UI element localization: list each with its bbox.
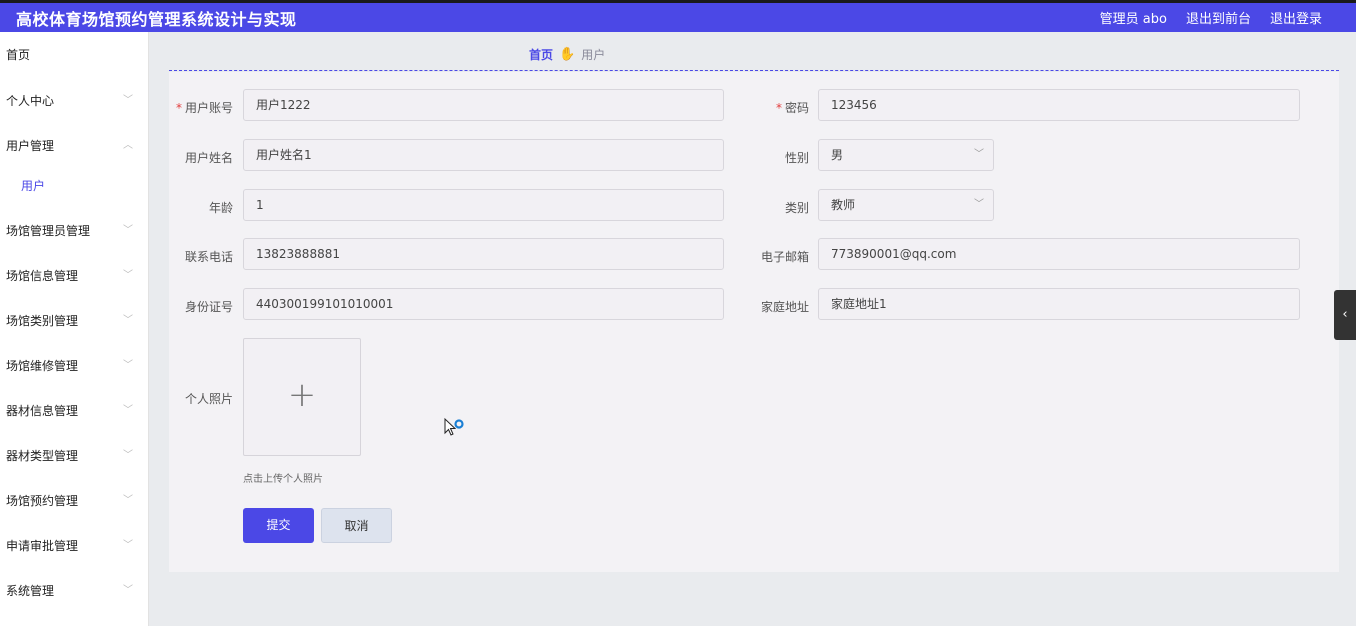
chevron-down-icon: ﹀	[123, 540, 133, 551]
cancel-button[interactable]: 取消	[321, 508, 392, 543]
logout-link[interactable]: 退出登录	[1270, 8, 1322, 27]
sidebar-item-label: 用户管理	[6, 139, 55, 153]
hand-icon: ✋	[559, 47, 576, 62]
sidebar-item-equipment-type[interactable]: 器材类型管理 ﹀	[0, 441, 149, 471]
sidebar-item-label: 场馆预约管理	[6, 494, 79, 508]
breadcrumb-home[interactable]: 首页	[529, 46, 553, 63]
sidebar-item-label: 用户	[21, 179, 46, 193]
sidebar-item-user-management[interactable]: 用户管理 ︿	[0, 131, 149, 161]
divider	[169, 70, 1339, 71]
top-bar: 高校体育场馆预约管理系统设计与实现 管理员 abo 退出到前台 退出登录	[0, 0, 1356, 32]
gender-label: 性别	[784, 151, 809, 165]
age-input[interactable]: 1	[243, 189, 724, 221]
category-value: 教师	[831, 198, 856, 212]
sidebar-item-label: 个人中心	[6, 94, 55, 108]
account-label: * 用户账号	[175, 101, 233, 115]
sidebar-item-label: 场馆维修管理	[6, 359, 79, 373]
sidebar-item-profile[interactable]: 个人中心 ﹀	[0, 86, 149, 116]
email-label: 电子邮箱	[760, 250, 809, 264]
sidebar-item-label: 申请审批管理	[6, 539, 79, 553]
chevron-down-icon: ﹀	[123, 270, 133, 281]
photo-upload[interactable]: +	[243, 338, 361, 456]
sidebar-item-approval[interactable]: 申请审批管理 ﹀	[0, 531, 149, 561]
sidebar-item-label: 系统管理	[6, 584, 55, 598]
sidebar-item-venue-booking[interactable]: 场馆预约管理 ﹀	[0, 486, 149, 516]
address-label: 家庭地址	[760, 300, 809, 314]
sidebar: 首页 个人中心 ﹀ 用户管理 ︿ 用户 场馆管理员管理 ﹀ 场馆信息管理 ﹀ 场馆类别管…	[0, 32, 149, 626]
password-input[interactable]: 123456	[818, 89, 1300, 121]
chevron-down-icon: ﹀	[123, 225, 133, 236]
phone-input[interactable]: 13823888881	[243, 238, 724, 270]
phone-label: 联系电话	[184, 250, 233, 264]
chevron-down-icon: ﹀	[123, 495, 133, 506]
chevron-down-icon: ﹀	[123, 585, 133, 596]
user-form: * 用户账号 用户1222 * 密码 123456 用户姓名 用户姓名1 性别 男 ﹀…	[169, 72, 1339, 572]
chevron-down-icon: ﹀	[974, 199, 984, 210]
sidebar-item-venue-info[interactable]: 场馆信息管理 ﹀	[0, 261, 149, 291]
photo-hint: 点击上传个人照片	[243, 474, 323, 485]
photo-label: 个人照片	[184, 392, 233, 406]
chevron-left-icon[interactable]: ‹	[1334, 290, 1356, 340]
breadcrumb-current: 用户	[581, 48, 606, 62]
header-actions: 管理员 abo 退出到前台 退出登录	[1100, 8, 1322, 27]
to-front-link[interactable]: 退出到前台	[1186, 8, 1251, 27]
name-input[interactable]: 用户姓名1	[243, 139, 724, 171]
sidebar-item-label: 器材类型管理	[6, 449, 79, 463]
sidebar-item-label: 场馆管理员管理	[6, 224, 91, 238]
chevron-down-icon: ﹀	[123, 450, 133, 461]
loading-cursor-icon	[444, 417, 464, 436]
idcard-input[interactable]: 440300199101010001	[243, 288, 724, 320]
category-select[interactable]: 教师 ﹀	[818, 189, 994, 221]
email-input[interactable]: 773890001@qq.com	[818, 238, 1300, 270]
sidebar-item-label: 器材信息管理	[6, 404, 79, 418]
chevron-down-icon: ﹀	[123, 315, 133, 326]
main-content: 首页 ✋ 用户 * 用户账号 用户1222 * 密码 123456 用户姓名 用户姓…	[149, 32, 1356, 626]
category-label: 类别	[784, 201, 809, 215]
chevron-down-icon: ﹀	[123, 405, 133, 416]
gender-value: 男	[831, 148, 844, 162]
submit-button[interactable]: 提交	[243, 508, 314, 543]
chevron-up-icon: ︿	[123, 140, 133, 151]
sidebar-subitem-user[interactable]: 用户	[0, 171, 149, 201]
app-title: 高校体育场馆预约管理系统设计与实现	[16, 10, 297, 29]
plus-icon: +	[287, 375, 317, 415]
sidebar-item-venue-category[interactable]: 场馆类别管理 ﹀	[0, 306, 149, 336]
account-input[interactable]: 用户1222	[243, 89, 724, 121]
gender-select[interactable]: 男 ﹀	[818, 139, 994, 171]
sidebar-item-venue-repair[interactable]: 场馆维修管理 ﹀	[0, 351, 149, 381]
admin-label: 管理员 abo	[1099, 12, 1167, 27]
chevron-down-icon: ﹀	[123, 95, 133, 106]
required-mark: *	[775, 101, 782, 115]
sidebar-item-label: 场馆类别管理	[6, 314, 79, 328]
sidebar-item-venue-admin[interactable]: 场馆管理员管理 ﹀	[0, 216, 149, 246]
sidebar-item-system[interactable]: 系统管理 ﹀	[0, 576, 149, 606]
chevron-down-icon: ﹀	[974, 149, 984, 160]
breadcrumb: 首页 ✋ 用户	[529, 46, 605, 63]
address-input[interactable]: 家庭地址1	[818, 288, 1300, 320]
name-label: 用户姓名	[184, 151, 233, 165]
sidebar-item-home[interactable]: 首页	[0, 40, 149, 70]
sidebar-item-label: 首页	[6, 48, 31, 62]
password-label: * 密码	[775, 101, 809, 115]
chevron-down-icon: ﹀	[123, 360, 133, 371]
age-label: 年龄	[208, 201, 233, 215]
idcard-label: 身份证号	[184, 300, 233, 314]
required-mark: *	[175, 101, 182, 115]
sidebar-item-equipment-info[interactable]: 器材信息管理 ﹀	[0, 396, 149, 426]
sidebar-item-label: 场馆信息管理	[6, 269, 79, 283]
